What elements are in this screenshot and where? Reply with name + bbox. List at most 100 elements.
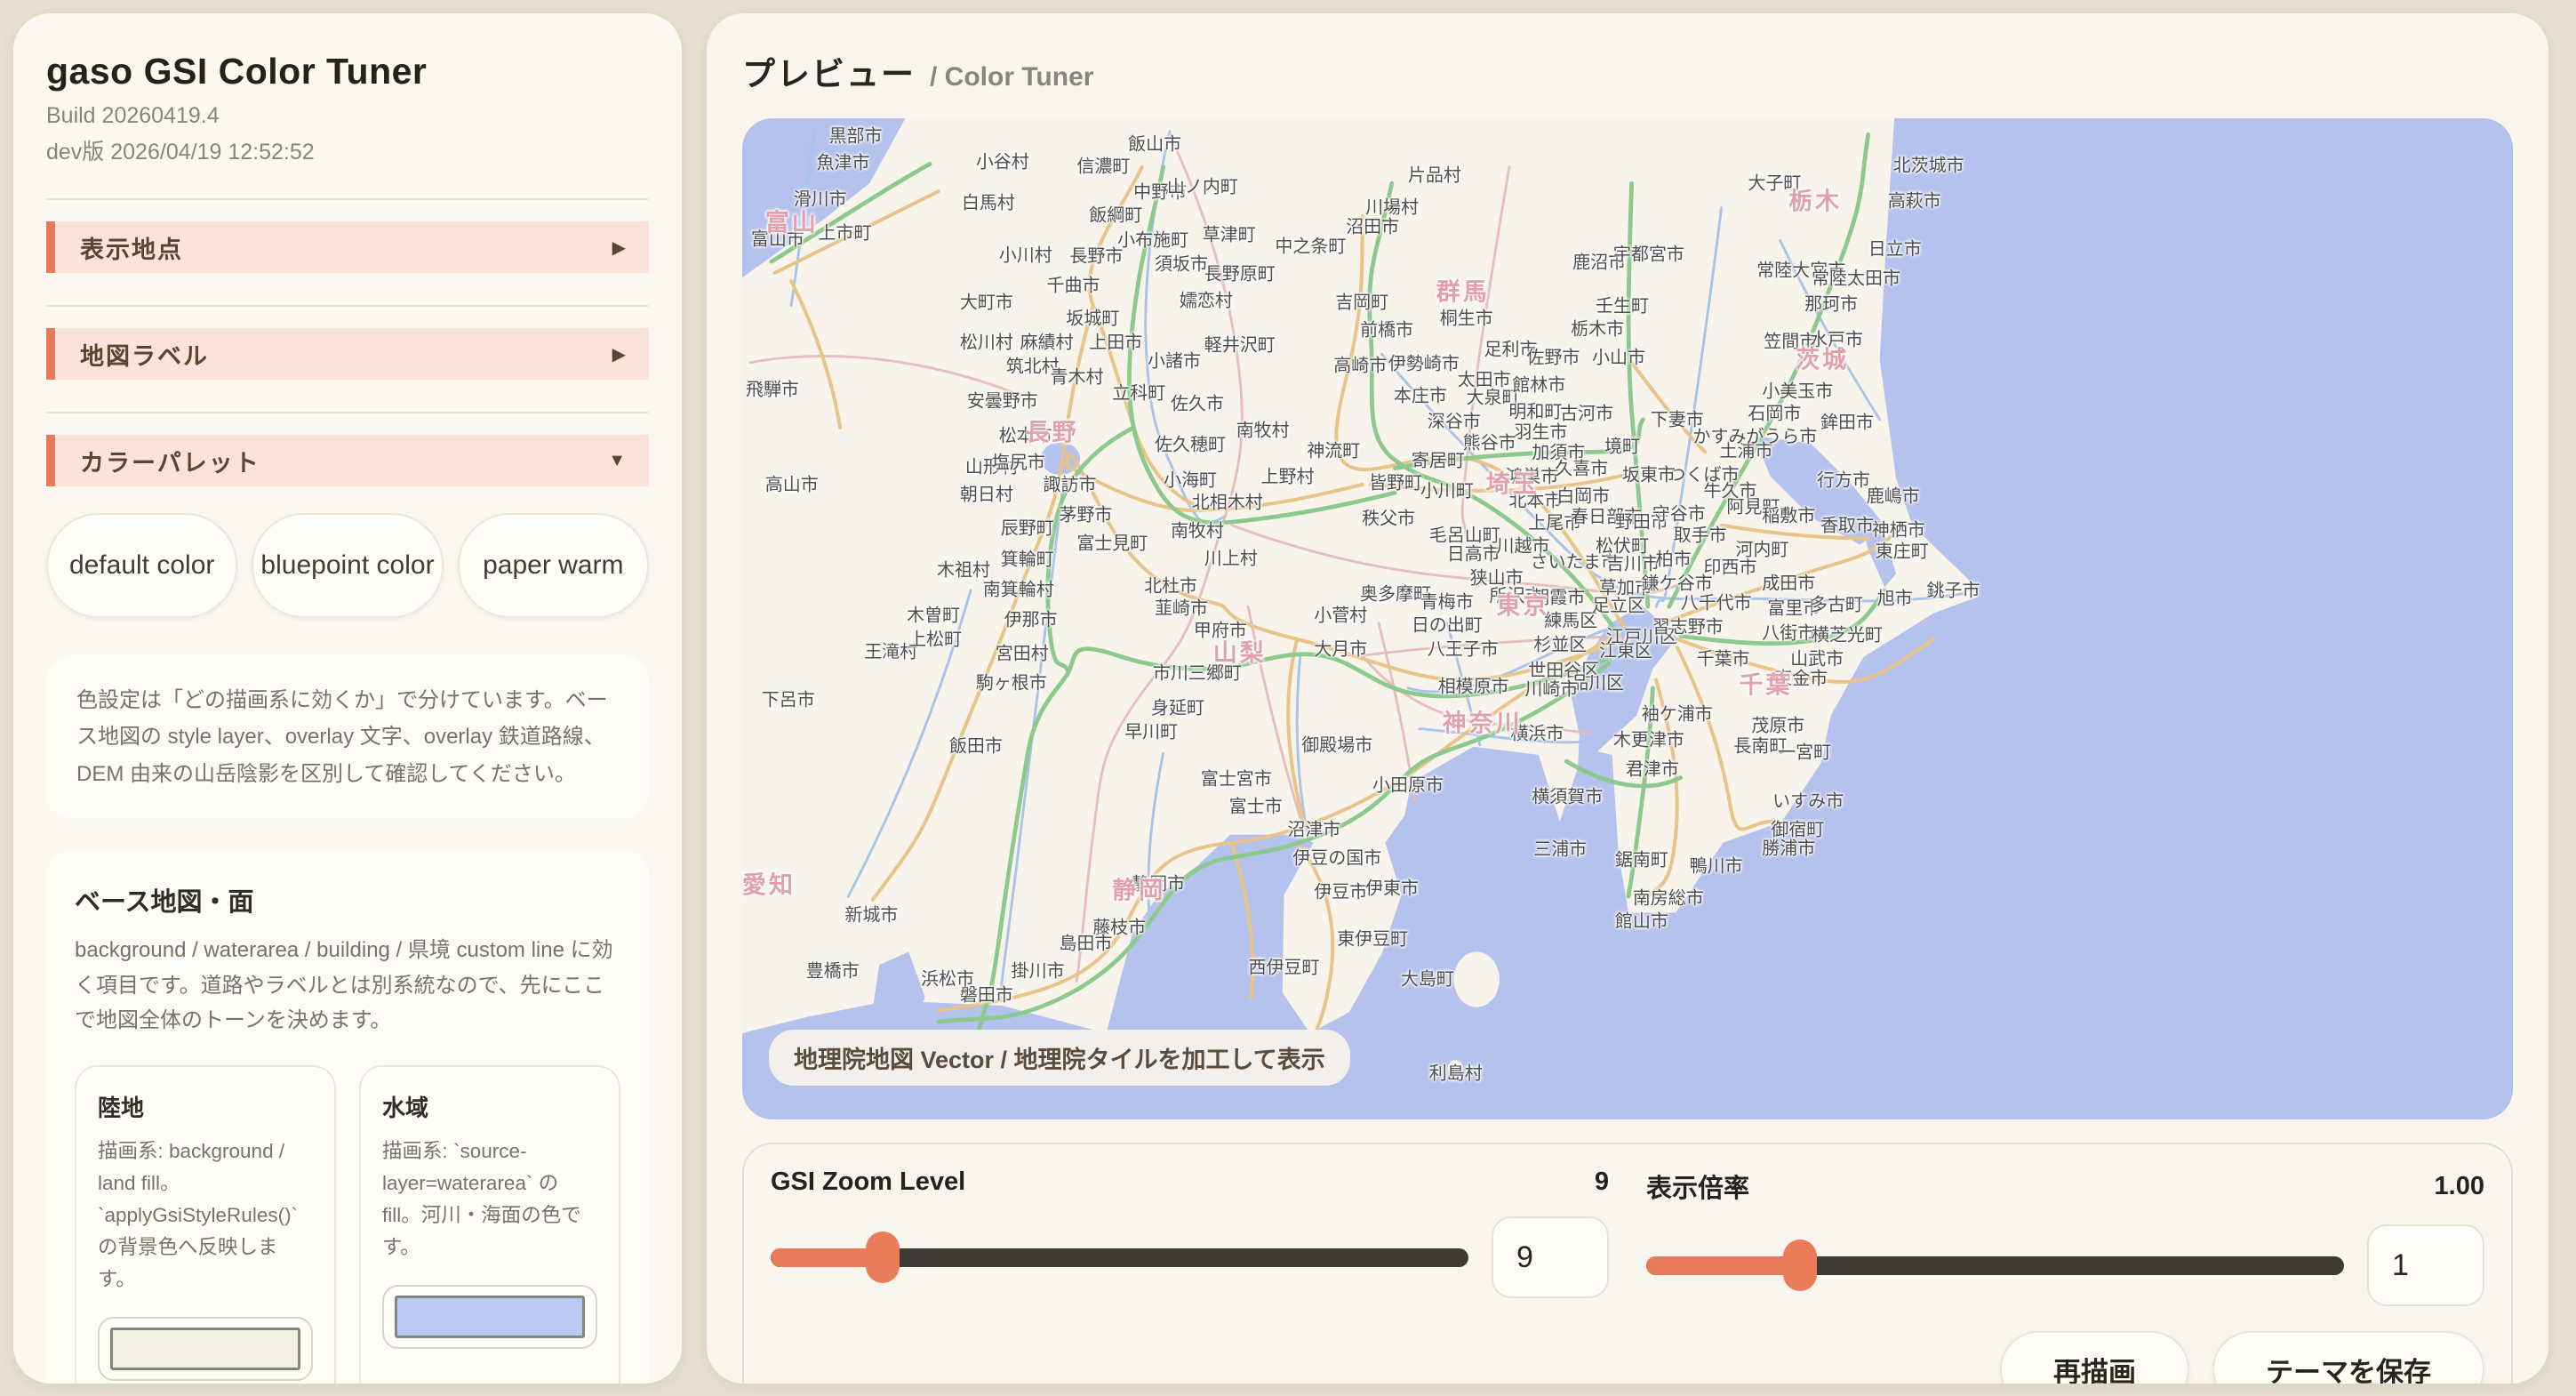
map-city-label: 富士見町: [1076, 529, 1148, 555]
zoom-input[interactable]: [1492, 1216, 1609, 1298]
map-city-label: 木更津市: [1613, 725, 1684, 750]
map-city-label: 坂城町: [1066, 303, 1119, 329]
color-card-desc: 描画系: `source-layer=waterarea` の fill。河川・…: [382, 1135, 597, 1264]
section-map-labels[interactable]: 地図ラベル ▶: [46, 328, 649, 380]
map-city-label: 下呂市: [762, 685, 815, 710]
map-city-label: 相模原市: [1438, 672, 1509, 698]
map-city-label: 片品村: [1408, 160, 1461, 186]
map-city-label: 魚津市: [817, 148, 870, 174]
map-city-label: 高山市: [765, 469, 819, 495]
map-city-label: 朝日村: [960, 480, 1013, 506]
map-attribution: 地理院地図 Vector / 地理院タイルを加工して表示: [769, 1030, 1350, 1086]
save-theme-button[interactable]: テーマを保存: [2212, 1331, 2484, 1384]
sidebar-panel: gaso GSI Color Tuner Build 20260419.4 de…: [13, 13, 682, 1384]
map-city-label: 習志野市: [1652, 612, 1724, 638]
scale-input[interactable]: [2367, 1224, 2484, 1306]
map-canvas[interactable]: 黒部市魚津市滑川市富山市上市町飯山市信濃町中野市飯綱町小布施町須坂市山ノ内町長野…: [742, 118, 2513, 1119]
map-city-label: 吉岡町: [1335, 287, 1388, 313]
map-city-label: 中之条町: [1275, 231, 1346, 257]
redraw-button[interactable]: 再描画: [2000, 1331, 2189, 1384]
map-city-label: 多古町: [1810, 590, 1863, 615]
color-card-water: 水域 描画系: `source-layer=waterarea` の fill。…: [359, 1065, 620, 1384]
color-swatch: [110, 1328, 300, 1370]
color-cards-grid: 陸地 描画系: background / land fill。`applyGsi…: [75, 1065, 620, 1384]
scale-value: 1.00: [2435, 1172, 2484, 1201]
map-city-label: 桐生市: [1440, 303, 1493, 329]
map-city-label: 日立市: [1868, 235, 1922, 261]
chevron-right-icon: ▶: [612, 237, 626, 259]
slider-handle[interactable]: [866, 1232, 900, 1283]
map-city-label: 浜松市: [921, 965, 974, 991]
base-map-group: ベース地図・面 background / waterarea / buildin…: [46, 851, 649, 1384]
color-note: 色設定は「どの描画系に効くか」で分けています。ベース地図の style laye…: [46, 655, 649, 819]
map-city-label: 伊勢崎市: [1388, 349, 1460, 374]
palette-preset-paper-warm[interactable]: paper warm: [458, 513, 649, 618]
map-city-label: 熊谷市: [1463, 428, 1516, 453]
map-city-label: 鎌ケ谷市: [1642, 569, 1713, 595]
preview-header: プレビュー / Color Tuner: [742, 47, 2513, 95]
palette-preset-bluepoint[interactable]: bluepoint color: [252, 513, 443, 618]
map-city-label: 北杜市: [1144, 571, 1197, 597]
map-city-label: 御殿場市: [1301, 730, 1372, 756]
dev-version: dev版 2026/04/19 12:52:52: [46, 134, 649, 166]
map-city-label: 鴨川市: [1690, 851, 1743, 877]
map-city-label: 神流町: [1307, 436, 1360, 461]
map-city-label: 安曇野市: [967, 387, 1038, 413]
map-city-label: 駒ヶ根市: [976, 668, 1047, 694]
map-city-label: 辰野町: [1001, 514, 1054, 540]
palette-preset-default[interactable]: default color: [46, 513, 237, 618]
preview-subtitle: / Color Tuner: [930, 62, 1093, 92]
map-city-label: 須坂市: [1155, 250, 1208, 276]
map-city-label: 小美玉市: [1762, 377, 1833, 403]
map-city-label: 箕輪町: [1001, 545, 1054, 571]
map-city-label: 千曲市: [1047, 270, 1100, 296]
chevron-down-icon: ▼: [608, 451, 626, 471]
map-city-label: 本庄市: [1394, 381, 1447, 406]
map-controls-panel: GSI Zoom Level 9 表示倍率 1.00: [742, 1143, 2513, 1384]
scale-control: 表示倍率 1.00: [1646, 1167, 2484, 1306]
map-city-label: 島田市: [1059, 928, 1112, 954]
map-city-label: 東庄町: [1876, 537, 1929, 563]
map-city-label: 嬬恋村: [1180, 285, 1233, 311]
map-pref-label: 茨城: [1796, 341, 1849, 375]
map-city-label: 新城市: [844, 901, 898, 927]
map-city-label: 杉並区: [1533, 630, 1587, 656]
map-city-label: 宇都宮市: [1613, 239, 1684, 265]
map-city-label: 小菅村: [1314, 601, 1367, 627]
slider-handle[interactable]: [1783, 1240, 1817, 1291]
map-city-label: 伊東市: [1365, 873, 1419, 899]
map-city-label: 常陸太田市: [1812, 263, 1900, 289]
map-city-label: 鹿嶋市: [1867, 482, 1920, 508]
map-city-label: 伊豆市: [1314, 878, 1367, 903]
map-city-label: 飛騨市: [746, 374, 799, 400]
map-city-label: 青梅市: [1420, 587, 1474, 613]
map-city-label: 大月市: [1314, 634, 1367, 660]
map-city-label: 小谷村: [976, 148, 1029, 173]
slider-fill: [1646, 1256, 1800, 1275]
map-city-label: 信濃町: [1076, 151, 1130, 177]
color-swatch: [395, 1296, 585, 1338]
map-city-label: 君津市: [1626, 754, 1679, 780]
map-city-label: 川上村: [1204, 544, 1258, 570]
color-card-title: 陸地: [98, 1090, 313, 1123]
zoom-slider[interactable]: [771, 1231, 1468, 1284]
app-title: gaso GSI Color Tuner: [46, 51, 649, 92]
color-picker-land[interactable]: [98, 1317, 313, 1381]
color-picker-water[interactable]: [382, 1285, 597, 1349]
map-city-label: いすみ市: [1772, 786, 1844, 812]
divider: [46, 412, 649, 413]
section-display-location[interactable]: 表示地点 ▶: [46, 221, 649, 273]
map-pref-label: 群馬: [1436, 272, 1490, 307]
map-city-label: 飯田市: [949, 731, 1003, 757]
map-city-label: 南牧村: [1236, 416, 1290, 442]
section-color-palette[interactable]: カラーパレット ▼: [46, 435, 649, 486]
map-city-label: 南箕輪村: [983, 575, 1054, 601]
map-city-label: 白馬村: [962, 189, 1015, 214]
map-city-label: 銚子市: [1927, 576, 1980, 602]
map-city-label: 鋸南町: [1615, 846, 1668, 871]
scale-slider[interactable]: [1646, 1239, 2344, 1292]
map-city-label: 小田原市: [1372, 770, 1444, 796]
color-card-land: 陸地 描画系: background / land fill。`applyGsi…: [75, 1065, 336, 1384]
map-city-label: 取手市: [1674, 521, 1727, 547]
color-card-title: 水域: [382, 1090, 597, 1123]
